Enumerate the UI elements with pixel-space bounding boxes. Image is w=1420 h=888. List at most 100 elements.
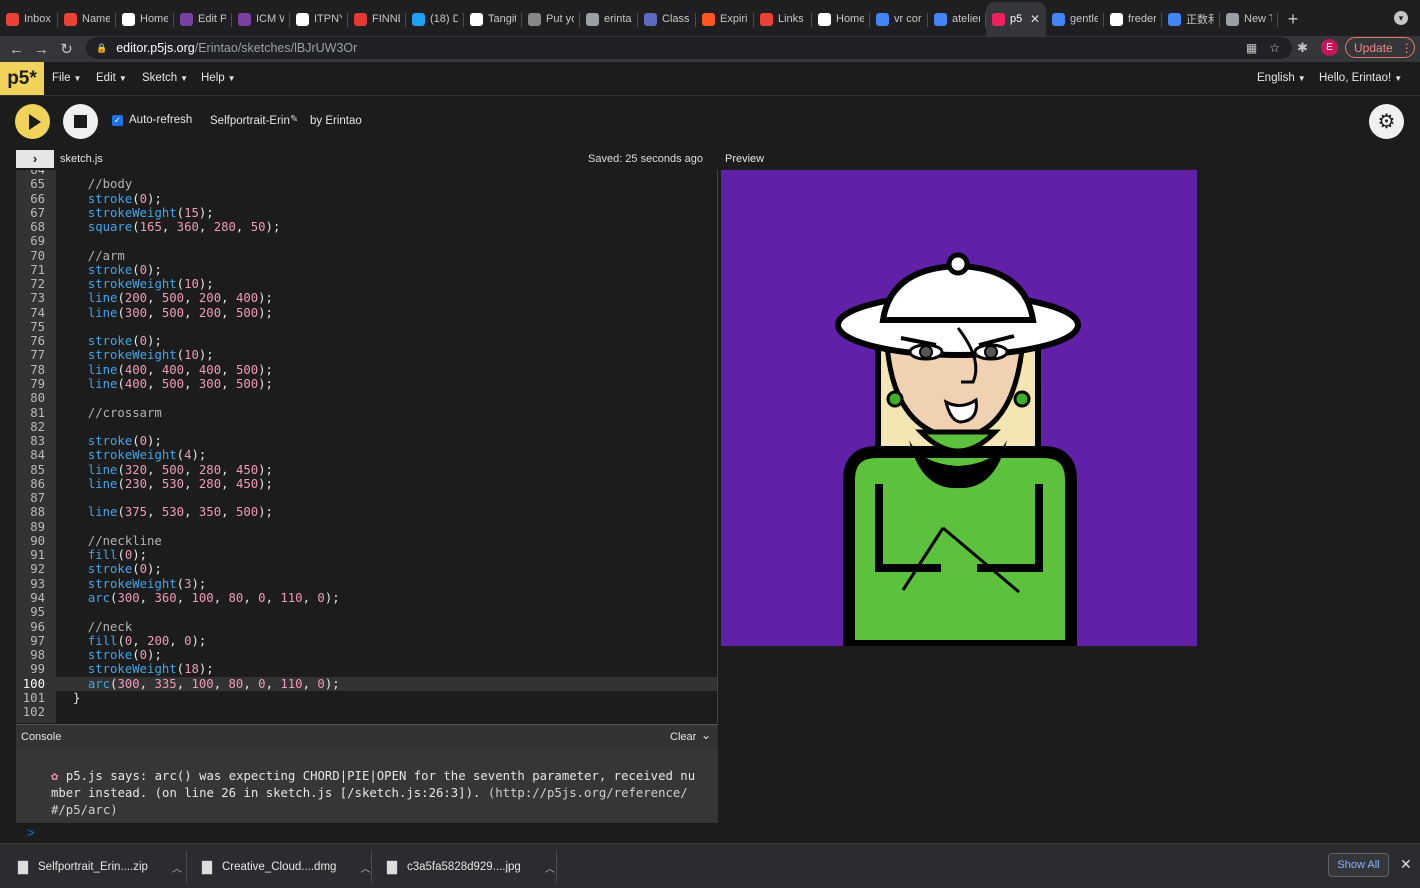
code-line[interactable]: 100 arc(300, 335, 100, 80, 0, 110, 0); xyxy=(16,676,717,691)
code-line[interactable]: 64 xyxy=(16,170,717,177)
browser-tab[interactable]: FINNE xyxy=(348,2,406,36)
code-line[interactable]: 96 //neck xyxy=(16,620,717,634)
browser-tab[interactable]: 正数和 xyxy=(1162,2,1220,36)
code-line[interactable]: 73 line(200, 500, 200, 400); xyxy=(16,291,717,305)
download-item[interactable]: ▇ c3a5fa5828d929....jpg ︿ xyxy=(387,852,555,882)
code-line[interactable]: 69 xyxy=(16,234,717,248)
tab-close-icon[interactable]: ✕ xyxy=(1030,12,1040,26)
auto-refresh-toggle[interactable]: ✓ Auto-refresh xyxy=(112,114,192,126)
download-item[interactable]: ▇ Selfportrait_Erin....zip ︿ xyxy=(18,852,182,882)
console-clear-button[interactable]: Clear xyxy=(670,731,696,743)
code-line[interactable]: 70 //arm xyxy=(16,249,717,263)
chevron-up-icon[interactable]: ︿ xyxy=(545,860,555,875)
code-line[interactable]: 98 stroke(0); xyxy=(16,648,717,662)
code-line[interactable]: 81 //crossarm xyxy=(16,406,717,420)
code-line[interactable]: 75 xyxy=(16,320,717,334)
bookmark-star-icon[interactable]: ☆ xyxy=(1269,41,1280,55)
code-line[interactable]: 83 stroke(0); xyxy=(16,434,717,448)
download-item[interactable]: ▇ Creative_Cloud....dmg ︿ xyxy=(202,852,370,882)
code-line[interactable]: 84 strokeWeight(4); xyxy=(16,448,717,462)
console-input[interactable]: > xyxy=(16,823,718,843)
sketch-name[interactable]: Selfportrait-Erin xyxy=(210,115,290,127)
browser-tab[interactable]: ICM W xyxy=(232,2,290,36)
tab-search-icon[interactable]: ▾ xyxy=(1394,11,1408,25)
code-line[interactable]: 71 stroke(0); xyxy=(16,263,717,277)
code-lines[interactable]: 64 65 //body 66 stroke(0); 67 strokeWeight(… xyxy=(16,170,717,719)
menu-help[interactable]: Help ▼ xyxy=(201,72,236,84)
code-line[interactable]: 97 fill(0, 200, 0); xyxy=(16,634,717,648)
language-menu[interactable]: English ▼ xyxy=(1257,72,1306,84)
code-line[interactable]: 99 strokeWeight(18); xyxy=(16,662,717,676)
address-bar[interactable]: 🔒 editor.p5js.org/Erintao/sketches/lBJrU… xyxy=(86,37,1292,59)
browser-tab[interactable]: ITPNY xyxy=(290,2,348,36)
back-icon[interactable]: ← xyxy=(4,41,29,58)
chevron-down-icon[interactable]: ⌄ xyxy=(701,728,711,742)
qr-code-icon[interactable]: ▦ xyxy=(1246,41,1257,55)
browser-tab[interactable]: Links xyxy=(754,2,812,36)
code-line[interactable]: 93 strokeWeight(3); xyxy=(16,577,717,591)
browser-tab[interactable]: New T xyxy=(1220,2,1278,36)
chevron-up-icon[interactable]: ︿ xyxy=(172,860,182,875)
code-line[interactable]: 78 line(400, 400, 400, 500); xyxy=(16,363,717,377)
code-line[interactable]: 66 stroke(0); xyxy=(16,192,717,206)
code-line[interactable]: 67 strokeWeight(15); xyxy=(16,206,717,220)
browser-tab[interactable]: Class xyxy=(638,2,696,36)
code-editor[interactable]: 64 65 //body 66 stroke(0); 67 strokeWeight(… xyxy=(16,170,718,723)
show-all-downloads-button[interactable]: Show All xyxy=(1328,853,1389,877)
browser-tab[interactable]: (18) D xyxy=(406,2,464,36)
code-line[interactable]: 68 square(165, 360, 280, 50); xyxy=(16,220,717,234)
code-line[interactable]: 101} xyxy=(16,691,717,705)
browser-tab[interactable]: Inbox xyxy=(0,2,58,36)
close-icon[interactable]: ✕ xyxy=(1400,856,1412,873)
browser-tab[interactable]: Tangit xyxy=(464,2,522,36)
browser-tab[interactable]: Expiri xyxy=(696,2,754,36)
browser-tab[interactable]: Home xyxy=(116,2,174,36)
code-line[interactable]: 76 stroke(0); xyxy=(16,334,717,348)
sidebar-expand-button[interactable]: › xyxy=(16,150,54,168)
code-line[interactable]: 95 xyxy=(16,605,717,619)
code-line[interactable]: 91 fill(0); xyxy=(16,548,717,562)
code-line[interactable]: 65 //body xyxy=(16,177,717,191)
code-line[interactable]: 89 xyxy=(16,520,717,534)
edit-pencil-icon[interactable]: ✎ xyxy=(290,114,298,125)
profile-avatar[interactable]: E xyxy=(1321,39,1338,56)
settings-gear-icon[interactable]: ⚙ xyxy=(1369,104,1404,139)
new-tab-icon[interactable]: + xyxy=(1278,2,1308,36)
menu-sketch[interactable]: Sketch ▼ xyxy=(142,72,188,84)
browser-tab[interactable]: freder xyxy=(1104,2,1162,36)
browser-tab[interactable]: gentle xyxy=(1046,2,1104,36)
extensions-puzzle-icon[interactable]: ✱ xyxy=(1297,40,1308,56)
checkbox-checked-icon[interactable]: ✓ xyxy=(112,114,123,126)
browser-tab[interactable]: Edit P xyxy=(174,2,232,36)
browser-tab[interactable]: Name xyxy=(58,2,116,36)
sketch-preview-canvas[interactable] xyxy=(721,170,1197,646)
update-button[interactable]: Update ⋮ xyxy=(1345,37,1415,58)
code-line[interactable]: 80 xyxy=(16,391,717,405)
browser-tab[interactable]: p5 ✕ xyxy=(986,2,1046,36)
play-button[interactable] xyxy=(15,104,50,139)
code-line[interactable]: 88 line(375, 530, 350, 500); xyxy=(16,505,717,519)
code-line[interactable]: 87 xyxy=(16,491,717,505)
code-line[interactable]: 85 line(320, 500, 280, 450); xyxy=(16,463,717,477)
code-line[interactable]: 102 xyxy=(16,705,717,719)
code-line[interactable]: 79 line(400, 500, 300, 500); xyxy=(16,377,717,391)
reload-icon[interactable]: ↻ xyxy=(54,40,79,58)
code-line[interactable]: 74 line(300, 500, 200, 500); xyxy=(16,306,717,320)
p5-logo[interactable]: p5* xyxy=(0,62,44,95)
stop-button[interactable] xyxy=(63,104,98,139)
code-line[interactable]: 90 //neckline xyxy=(16,534,717,548)
browser-tab[interactable]: vr cor xyxy=(870,2,928,36)
chevron-up-icon[interactable]: ︿ xyxy=(360,860,370,875)
code-line[interactable]: 82 xyxy=(16,420,717,434)
code-line[interactable]: 86 line(230, 530, 280, 450); xyxy=(16,477,717,491)
forward-icon[interactable]: → xyxy=(29,41,54,58)
code-line[interactable]: 72 strokeWeight(10); xyxy=(16,277,717,291)
browser-tab[interactable]: Put yo xyxy=(522,2,580,36)
browser-tab[interactable]: erintai xyxy=(580,2,638,36)
menu-edit[interactable]: Edit ▼ xyxy=(96,72,127,84)
browser-tab[interactable]: Home xyxy=(812,2,870,36)
menu-file[interactable]: File ▼ xyxy=(52,72,81,84)
code-line[interactable]: 94 arc(300, 360, 100, 80, 0, 110, 0); xyxy=(16,591,717,605)
code-line[interactable]: 77 strokeWeight(10); xyxy=(16,348,717,362)
code-line[interactable]: 92 stroke(0); xyxy=(16,562,717,576)
